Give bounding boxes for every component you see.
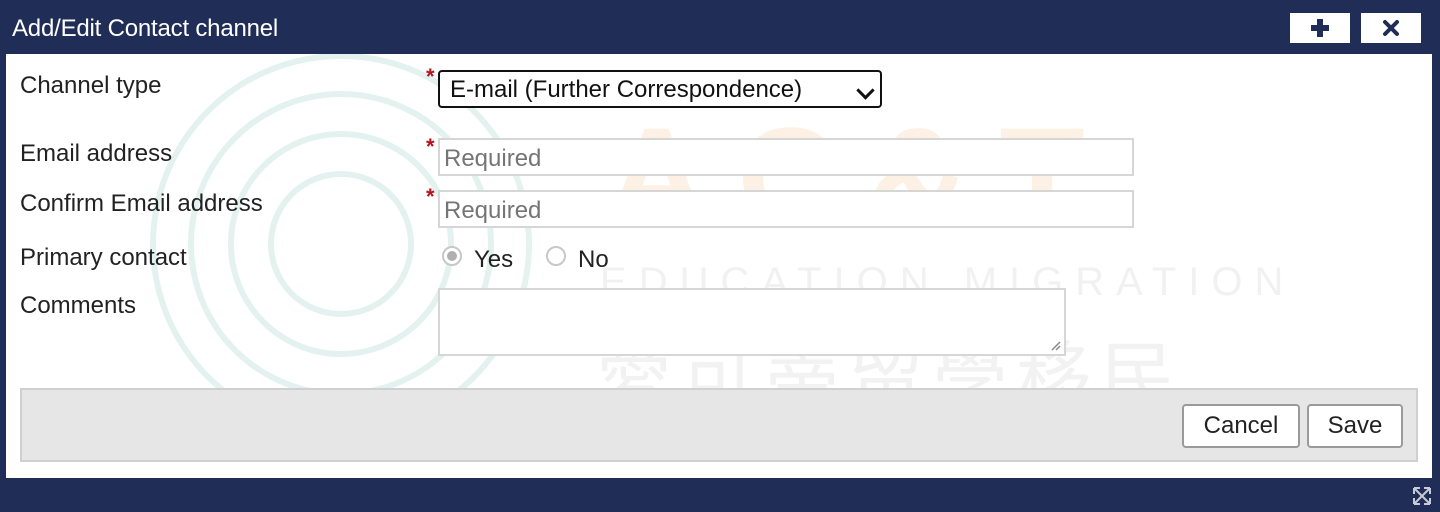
close-icon — [1383, 20, 1399, 36]
dialog-footer: Cancel Save — [20, 388, 1418, 462]
dialog-bottombar — [0, 478, 1440, 512]
channel-type-label: Channel type — [20, 72, 162, 99]
dialog-titlebar[interactable]: Add/Edit Contact channel — [0, 0, 1440, 54]
comments-label: Comments — [20, 292, 137, 319]
dialog-title: Add/Edit Contact channel — [12, 15, 279, 42]
dialog-content: AC&T EDUCATION MIGRATION 愛可蒂留學移民 Channel… — [6, 54, 1432, 478]
resize-icon[interactable] — [1410, 484, 1434, 508]
confirm-email-field[interactable] — [438, 190, 1134, 228]
cancel-button[interactable]: Cancel — [1182, 404, 1300, 448]
primary-yes-radio[interactable] — [442, 246, 462, 266]
resize-grip-icon — [1051, 341, 1061, 351]
close-button[interactable] — [1361, 13, 1421, 43]
maximize-button[interactable] — [1290, 13, 1350, 43]
email-label: Email address — [20, 140, 173, 167]
primary-no-label: No — [578, 246, 609, 273]
comments-textarea[interactable] — [438, 288, 1066, 356]
required-marker: * — [426, 64, 435, 89]
primary-contact-label: Primary contact — [20, 244, 187, 271]
primary-no-radio[interactable] — [546, 246, 566, 266]
save-button[interactable]: Save — [1307, 404, 1403, 448]
watermark-logo-text: AC&T — [606, 98, 1115, 255]
channel-type-value: E-mail (Further Correspondence) — [450, 76, 803, 103]
required-marker: * — [426, 184, 435, 209]
chevron-down-icon — [856, 81, 875, 100]
channel-type-select[interactable]: E-mail (Further Correspondence) — [438, 70, 882, 108]
plus-icon — [1311, 19, 1329, 37]
contact-channel-dialog: Add/Edit Contact channel AC&T EDUCATION … — [0, 0, 1440, 512]
email-field[interactable] — [438, 138, 1134, 176]
required-marker: * — [426, 134, 435, 159]
primary-yes-label: Yes — [474, 246, 514, 273]
confirm-email-label: Confirm Email address — [20, 190, 263, 217]
